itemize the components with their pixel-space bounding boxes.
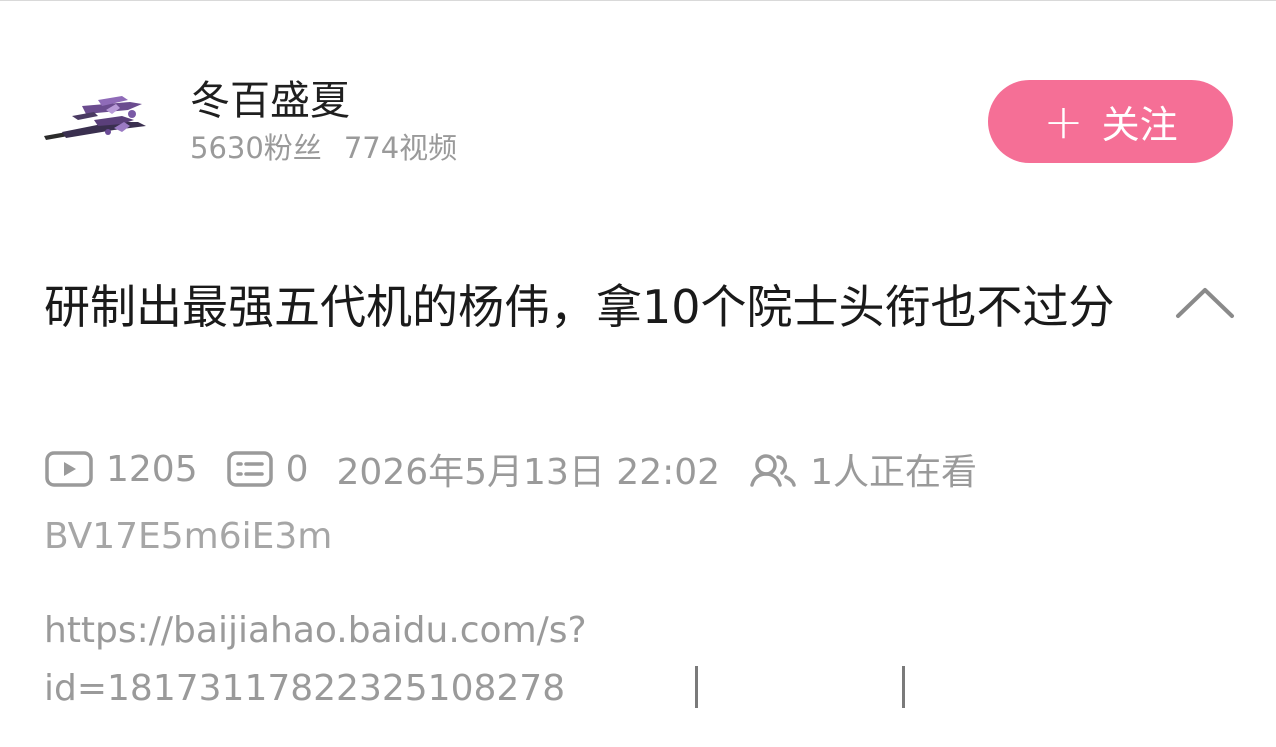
chevron-up-icon — [1176, 288, 1234, 318]
text-cursor-mark — [695, 666, 698, 708]
view-count: 1205 — [106, 448, 198, 490]
top-divider — [0, 0, 1276, 1]
comment-count-icon — [226, 449, 274, 489]
bvid-label[interactable]: BV17E5m6iE3m — [44, 512, 332, 562]
description-line-1[interactable]: https://baijiahao.baidu.com/s? — [44, 602, 587, 660]
author-header: 冬百盛夏 5630粉丝 774视频 + 关注 — [40, 70, 1240, 180]
video-title: 研制出最强五代机的杨伟，拿10个院士头衔也不过分 — [44, 280, 1115, 334]
viewers-icon — [748, 449, 798, 489]
follow-label: 关注 — [1101, 103, 1178, 147]
collapse-toggle[interactable] — [1172, 282, 1238, 322]
publish-datetime: 2026年5月13日 22:02 — [336, 452, 721, 493]
description-line-2[interactable]: id=18173117822325108278 — [44, 660, 587, 718]
fighter-jets-avatar-icon — [44, 96, 146, 140]
comment-count: 0 — [285, 448, 309, 490]
video-count: 774视频 — [343, 131, 458, 165]
author-stats: 5630粉丝 774视频 — [190, 128, 457, 168]
watching-now: 1人正在看 — [810, 452, 977, 493]
plus-icon: + — [1043, 93, 1084, 150]
author-avatar[interactable] — [42, 92, 146, 152]
play-count-icon — [44, 449, 94, 489]
text-cursor-mark — [902, 666, 905, 708]
video-meta: 1205 0 2026年5月13日 22:02 1人正在看 — [44, 442, 977, 496]
fans-count: 5630粉丝 — [190, 131, 322, 165]
video-description: https://baijiahao.baidu.com/s? id=181731… — [44, 602, 587, 718]
description-fade-overlay — [560, 660, 980, 718]
follow-button[interactable]: + 关注 — [988, 80, 1233, 163]
author-name[interactable]: 冬百盛夏 — [190, 76, 350, 126]
